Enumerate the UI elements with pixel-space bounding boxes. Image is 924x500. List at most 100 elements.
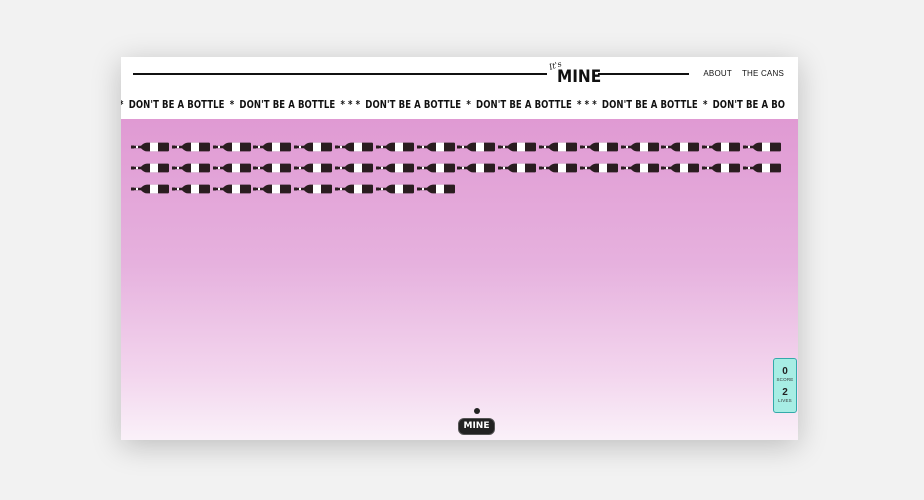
wine-bottle-brick [131,139,169,152]
bottle-icon [294,142,333,152]
ticker-star: * [229,98,235,111]
wine-bottle-brick [212,160,251,173]
bottle-icon [335,142,373,152]
bottle-icon [539,142,577,152]
wine-bottle-brick [743,139,781,152]
wine-bottle-brick [702,139,741,152]
bottle-icon [253,163,292,173]
bottle-icon [253,184,292,194]
bottle-icon [702,163,741,173]
game-area[interactable]: MINE [121,119,798,440]
wine-bottle-brick [702,160,741,173]
wine-bottle-brick [579,139,618,152]
game-ball [474,408,480,414]
bottle-icon [131,142,169,152]
lives-label: LIVES [778,398,792,403]
ticker-track: * DON'T BE A BOTTLE * DON'T BE A BOTTLE * * … [121,98,790,111]
bottle-icon [212,163,251,173]
bottle-icon [375,184,414,194]
bottle-icon [498,163,537,173]
wine-bottle-brick [375,181,414,194]
ticker-text: DON'T BE A BO [712,98,786,111]
bottle-icon [579,163,618,173]
wine-bottle-brick [620,139,659,152]
wine-bottle-brick [212,181,251,194]
score-panel: 0 SCORE 2 LIVES [773,358,797,413]
ticker-text: DON'T BE A BOTTLE [601,98,698,111]
wine-bottle-brick [294,160,333,173]
wine-bottle-brick [539,160,577,173]
ticker-star: * * * [340,98,361,111]
bottle-icon [131,184,169,194]
header-rule-left [133,73,547,75]
wine-bottle-brick [661,160,700,173]
bottle-icon [375,163,414,173]
ticker-star: * [702,98,708,111]
wine-bottle-brick [375,139,414,152]
bottle-icon [335,163,373,173]
bottle-icon [457,142,496,152]
wine-bottle-brick [171,181,210,194]
wine-bottle-brick [171,160,210,173]
wine-bottle-brick [294,139,333,152]
header-rule-right [598,73,689,75]
wine-bottle-brick [335,181,373,194]
score-label: SCORE [776,377,794,382]
bottle-icon [743,163,781,173]
wine-bottle-brick [498,160,537,173]
bottle-icon [457,163,496,173]
wine-bottle-brick [498,139,537,152]
bottle-icon [171,184,210,194]
wine-bottle-brick [253,139,292,152]
ticker-star: * * * [577,98,597,111]
wine-bottle-brick [457,139,496,152]
bottle-icon [131,163,169,173]
bottle-icon [171,142,210,152]
wine-bottle-brick [212,139,251,152]
bottle-icon [171,163,210,173]
wine-bottle-brick [416,139,455,152]
wine-bottle-brick [579,160,618,173]
logo-word: MINE [557,67,602,87]
wine-bottle-brick [253,160,292,173]
wine-bottle-brick [416,160,455,173]
wine-bottle-brick [743,160,781,173]
bottle-icon [620,163,659,173]
paddle-label: MINE [463,421,490,431]
marquee-ticker: * DON'T BE A BOTTLE * DON'T BE A BOTTLE * * … [121,94,798,119]
wine-bottle-brick [416,181,455,194]
ticker-star: * [121,98,124,111]
ticker-text: DON'T BE A BOTTLE [239,98,336,111]
wine-bottle-brick [335,160,373,173]
bottle-icon [620,142,659,152]
wine-bottle-brick [620,160,659,173]
browser-window: It's MINE ABOUT THE CANS *DON'T BE A BOT… [121,57,798,440]
wine-bottle-brick [375,160,414,173]
wine-bottle-brick [661,139,700,152]
wine-bottle-brick [457,160,496,173]
bottle-icon [498,142,537,152]
bottle-icon [375,142,414,152]
bottle-icon [702,142,741,152]
wine-bottle-brick [294,181,333,194]
wine-bottle-brick [131,181,169,194]
wine-bottle-brick [253,181,292,194]
bottle-icon [743,142,781,152]
nav-the-cans-link[interactable]: THE CANS [742,69,784,78]
score-value: 0 [782,366,788,377]
bottle-icon [416,184,455,194]
bottle-icon [253,142,292,152]
bottle-icon [212,184,251,194]
wine-bottle-brick [131,160,169,173]
nav-about-link[interactable]: ABOUT [703,69,732,78]
ticker-star: * [466,98,471,111]
bottle-icon [212,142,251,152]
bottle-icon [335,184,373,194]
ticker-text: DON'T BE A BOTTLE [365,98,462,111]
site-header: It's MINE ABOUT THE CANS [121,57,798,94]
wine-bottle-brick [335,139,373,152]
ticker-text: DON'T BE A BOTTLE [476,98,572,111]
bottle-icon [539,163,577,173]
mine-logo[interactable]: It's MINE [548,59,601,89]
player-paddle[interactable]: MINE [458,418,495,435]
